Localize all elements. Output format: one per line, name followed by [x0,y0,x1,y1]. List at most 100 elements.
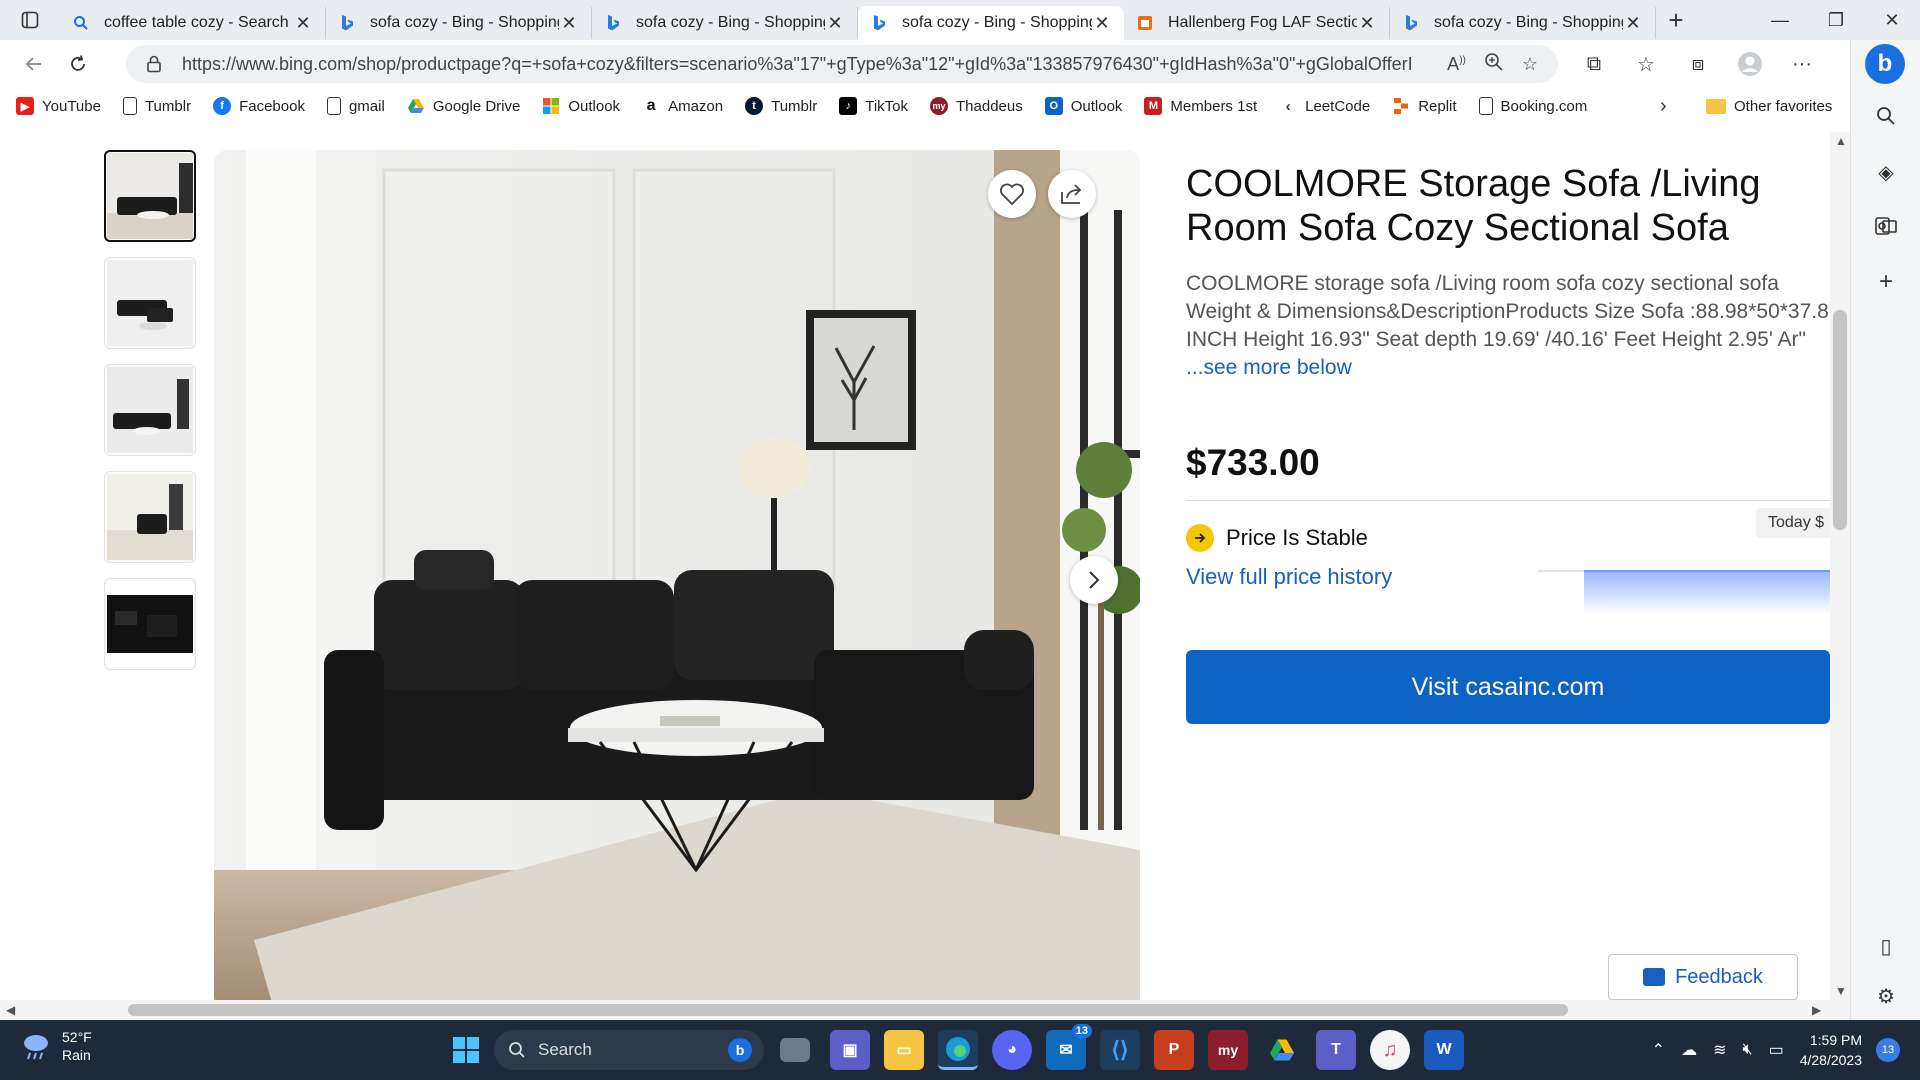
horizontal-scrollbar[interactable]: ◀ ▶ [0,1000,1850,1020]
favorites-icon[interactable]: ☆ [1626,44,1666,84]
vscode-icon[interactable]: ⟨⟩ [1100,1030,1140,1070]
vertical-scroll-thumb[interactable] [1833,310,1847,530]
weather-desc: Rain [62,1047,91,1063]
favorite-tiktok[interactable]: ♪ TikTok [839,97,908,115]
favorite-amazon[interactable]: a Amazon [642,97,723,115]
product-main-image[interactable] [214,150,1140,1000]
see-more-link[interactable]: ...see more below [1186,356,1352,379]
weather-widget[interactable]: 52°F Rain [20,1028,92,1064]
scroll-right-icon[interactable]: ▶ [1812,1003,1821,1017]
favorite-youtube[interactable]: ▶ YouTube [16,97,101,115]
address-bar[interactable]: https://www.bing.com/shop/productpage?q=… [126,45,1558,83]
restore-icon[interactable]: ❐ [1808,0,1864,40]
itunes-icon[interactable]: ♫ [1370,1030,1410,1070]
tab-hallenberg[interactable]: Hallenberg Fog LAF Section ✕ [1124,7,1390,39]
horizontal-scroll-thumb[interactable] [128,1004,1568,1016]
clock[interactable]: 1:59 PM 4/28/2023 [1800,1030,1862,1070]
tab-sofa-cozy-1[interactable]: sofa cozy - Bing - Shopping ✕ [326,7,592,39]
chevron-right-icon[interactable]: › [1660,95,1667,118]
favorite-gmail[interactable]: gmail [326,97,385,115]
my-app-icon[interactable]: my [1208,1030,1248,1070]
visit-store-button[interactable]: Visit casainc.com [1186,650,1830,724]
back-button[interactable] [12,44,56,84]
favorite-facebook[interactable]: f Facebook [213,97,305,115]
collections-icon[interactable]: ⧈ [1678,44,1718,84]
price-history-link[interactable]: View full price history [1186,564,1392,590]
windows-start-icon[interactable] [446,1030,486,1070]
favorite-outlook[interactable]: O Outlook [1044,97,1122,115]
scroll-down-icon[interactable]: ▼ [1835,984,1847,998]
tab-sofa-cozy-2[interactable]: sofa cozy - Bing - Shopping ✕ [592,7,858,39]
extensions-icon[interactable]: ⧉ [1574,44,1614,84]
favorite-thaddeus[interactable]: my Thaddeus [930,97,1023,115]
tab-coffee-table-search[interactable]: coffee table cozy - Search ✕ [60,7,326,39]
thumbnail-1[interactable] [104,150,196,242]
favorite-replit[interactable]: Replit [1392,97,1457,115]
file-explorer-icon[interactable]: ▭ [884,1030,924,1070]
bing-chat-icon[interactable]: b [1865,44,1905,84]
favorite-members-1st[interactable]: M Members 1st [1144,97,1257,115]
refresh-button[interactable] [56,44,100,84]
thumbnail-4[interactable] [104,471,196,563]
settings-icon[interactable]: ⚙ [1866,976,1906,1016]
taskbar-search[interactable]: Search b [494,1030,764,1070]
bing-icon [870,14,888,32]
favorite-google-drive[interactable]: Google Drive [407,97,520,115]
tab-sofa-cozy-active[interactable]: sofa cozy - Bing - Shopping ✕ [858,6,1124,40]
split-screen-icon[interactable]: ▯ [1866,926,1906,966]
favorite-tumblr[interactable]: Tumblr [122,97,191,115]
minimize-icon[interactable]: — [1752,0,1808,40]
discord-icon[interactable]: ◕ [992,1030,1032,1070]
scroll-left-icon[interactable]: ◀ [6,1003,15,1017]
tab-actions-button[interactable] [0,0,60,40]
other-favorites-folder[interactable]: Other favorites [1706,98,1832,115]
close-window-icon[interactable]: ✕ [1864,0,1920,40]
scroll-up-icon[interactable]: ▲ [1835,134,1847,148]
wifi-icon[interactable]: ≋ [1713,1040,1726,1060]
outlook-icon[interactable] [1866,206,1906,246]
onedrive-icon[interactable]: ☁ [1681,1040,1697,1060]
tab-sofa-cozy-3[interactable]: sofa cozy - Bing - Shopping ✕ [1390,7,1656,39]
word-icon[interactable]: W [1424,1030,1464,1070]
volume-muted-icon[interactable]: 🔇︎ [1742,1041,1752,1059]
share-button[interactable] [1048,170,1096,218]
favorite-booking[interactable]: Booking.com [1478,97,1587,115]
edge-icon[interactable] [938,1030,978,1070]
new-tab-button[interactable]: + [1656,5,1696,36]
google-drive-icon[interactable] [1262,1030,1302,1070]
mail-icon[interactable]: ✉ 13 [1046,1024,1092,1070]
favorite-outlook-ms[interactable]: Outlook [542,97,620,115]
toolbar-right: ⧉ ☆ ⧈ ··· [1574,44,1822,84]
close-icon[interactable]: ✕ [293,13,313,34]
zoom-icon[interactable] [1484,52,1504,77]
add-favorite-icon[interactable]: ☆ [1522,54,1538,75]
feedback-button[interactable]: Feedback [1608,954,1798,1000]
close-icon[interactable]: ✕ [1623,13,1643,34]
close-icon[interactable]: ✕ [825,13,845,34]
search-icon[interactable] [1866,96,1906,136]
battery-icon[interactable]: ▭ [1769,1040,1784,1060]
thumbnail-3[interactable] [104,364,196,456]
thumbnail-5[interactable] [104,578,196,670]
read-aloud-icon[interactable]: A)) [1447,54,1466,75]
teams-icon[interactable]: T [1316,1030,1356,1070]
close-icon[interactable]: ✕ [559,13,579,34]
shopping-icon[interactable]: ◈ [1866,152,1906,192]
url-text[interactable]: https://www.bing.com/shop/productpage?q=… [182,54,1412,75]
favorite-leetcode[interactable]: ‹ LeetCode [1279,97,1371,115]
close-icon[interactable]: ✕ [1357,13,1377,34]
notification-badge[interactable]: 13 [1876,1038,1900,1062]
task-view-icon[interactable] [780,1038,810,1062]
powerpoint-icon[interactable]: P [1154,1030,1194,1070]
more-options-icon[interactable]: ··· [1782,44,1822,84]
vertical-scrollbar[interactable]: ▲ ▼ [1830,132,1850,1000]
chevron-up-icon[interactable]: ⌃ [1652,1040,1665,1060]
teams-chat-icon[interactable]: ▣ [830,1030,870,1070]
next-image-button[interactable] [1070,556,1118,604]
add-icon[interactable]: + [1866,262,1906,302]
profile-avatar[interactable] [1730,44,1770,84]
favorite-tumblr-2[interactable]: t Tumblr [745,97,817,115]
thumbnail-2[interactable] [104,257,196,349]
favorite-button[interactable] [988,170,1036,218]
close-icon[interactable]: ✕ [1092,13,1112,34]
